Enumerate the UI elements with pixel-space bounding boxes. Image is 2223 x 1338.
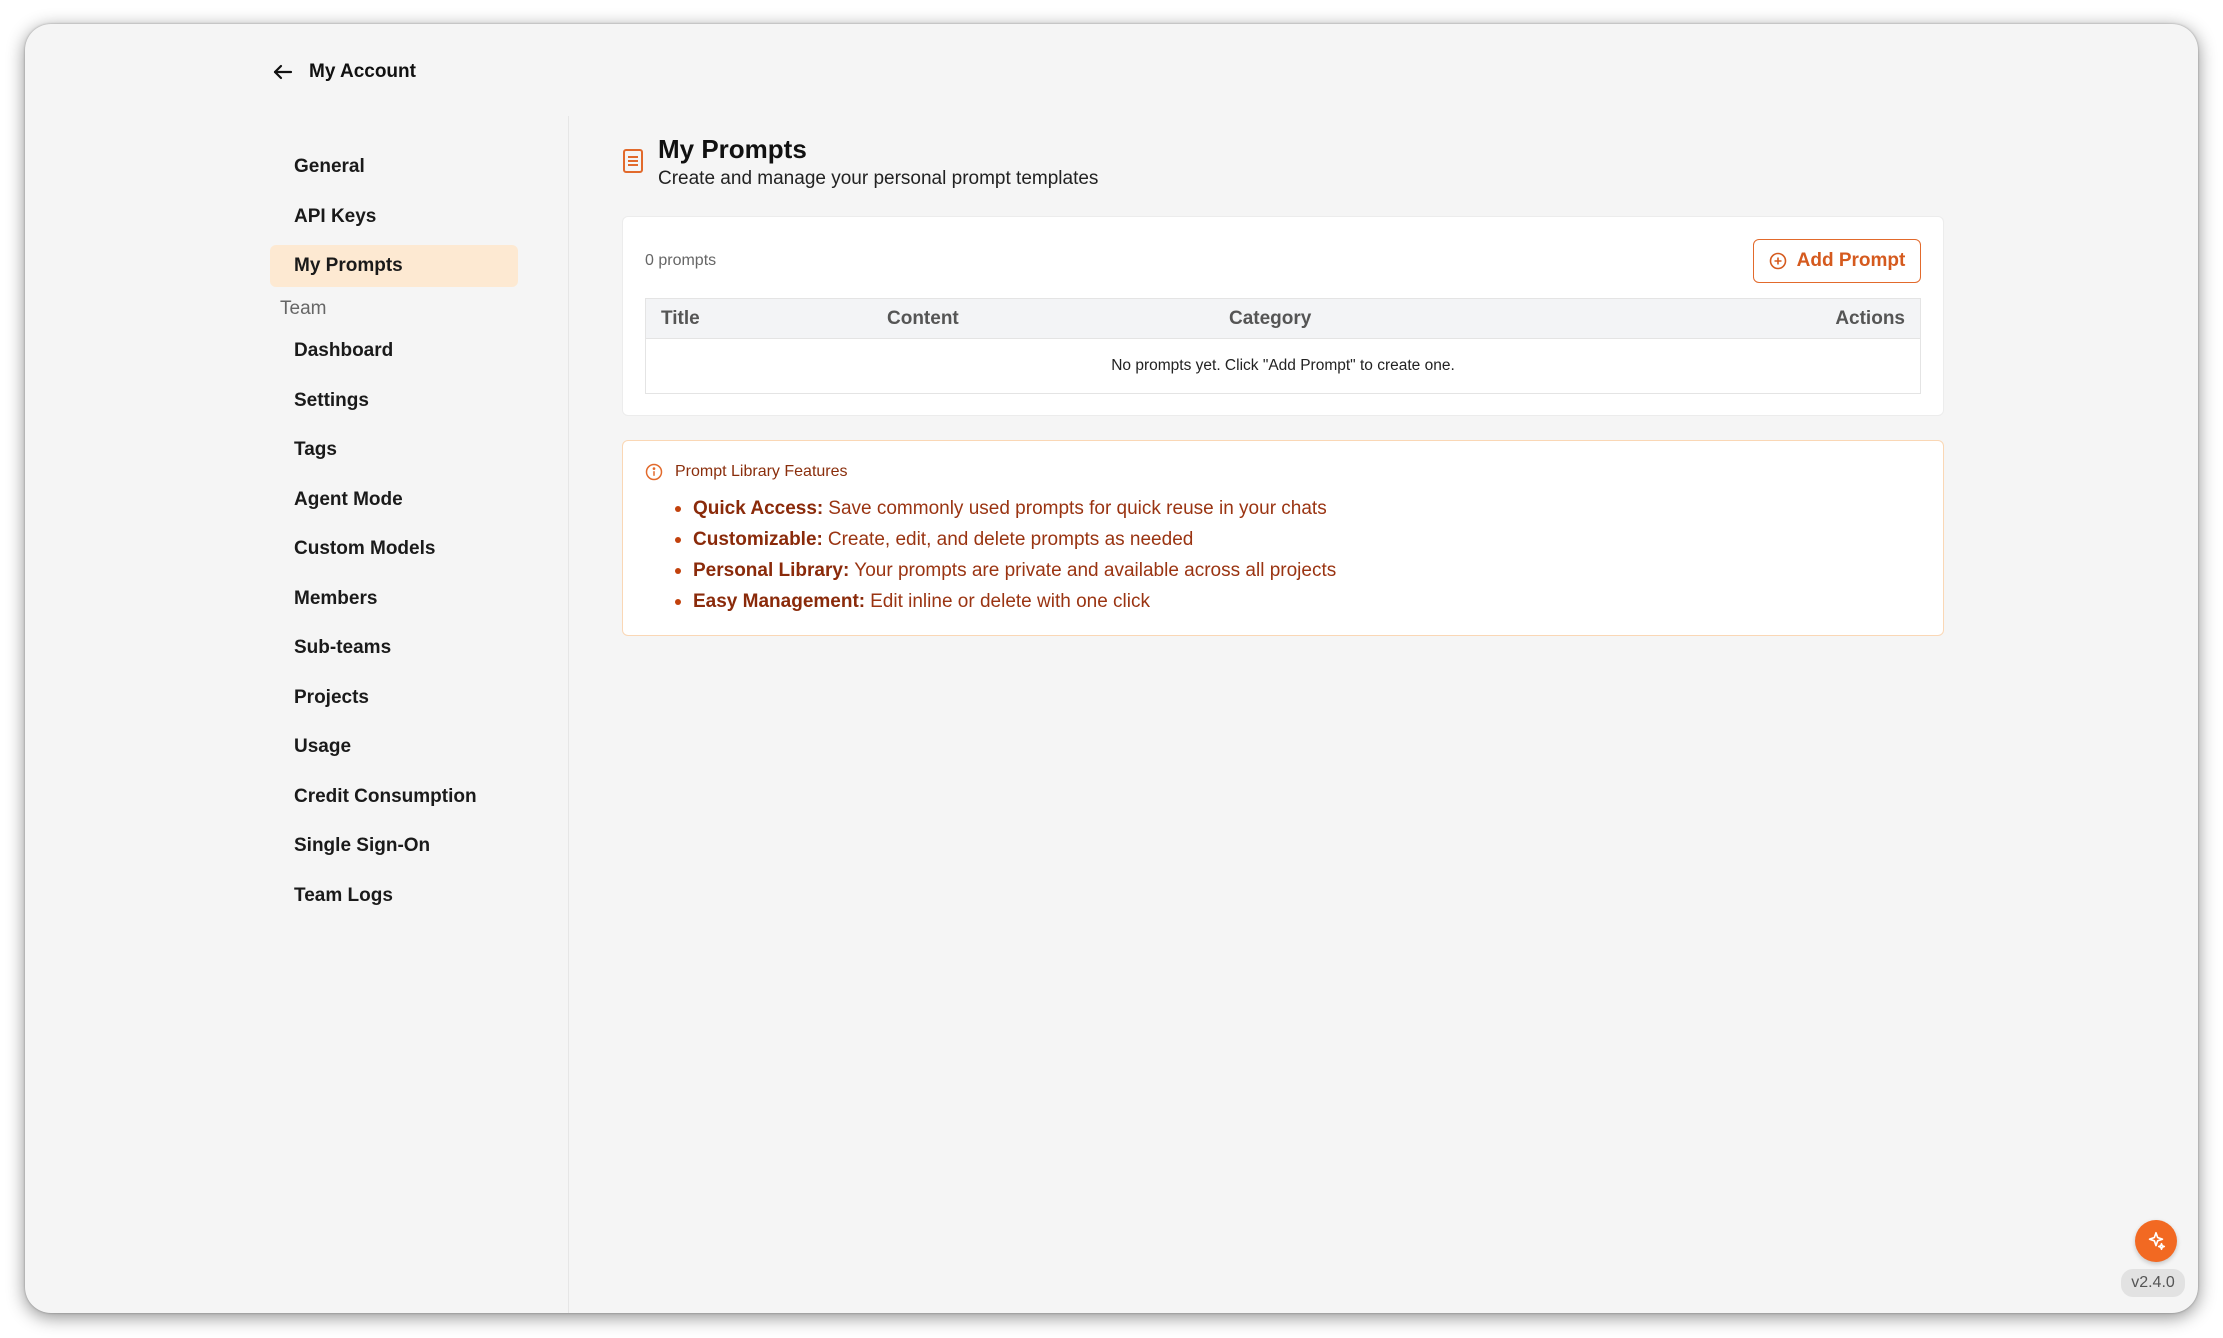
bullet bbox=[675, 505, 681, 512]
sparkles-icon bbox=[2148, 1231, 2166, 1251]
sidebar-item-team-logs[interactable]: Team Logs bbox=[270, 875, 518, 917]
feature-item: Personal Library: Your prompts are privat… bbox=[675, 555, 1336, 586]
feature-name: Personal Library: bbox=[693, 560, 850, 581]
feature-name: Quick Access: bbox=[693, 498, 824, 519]
back-link-label: My Account bbox=[309, 61, 416, 82]
sidebar-item-sub-teams[interactable]: Sub-teams bbox=[270, 627, 518, 669]
column-content: Content bbox=[887, 308, 959, 329]
feature-item: Quick Access: Save commonly used prompts … bbox=[675, 493, 1336, 524]
sidebar-item-single-sign-on[interactable]: Single Sign-On bbox=[270, 825, 518, 867]
column-title: Title bbox=[661, 308, 700, 329]
column-actions: Actions bbox=[1835, 308, 1905, 329]
empty-state-message: No prompts yet. Click "Add Prompt" to cr… bbox=[1111, 357, 1455, 374]
arrow-left-icon bbox=[273, 64, 293, 80]
app-window: My Account General API Keys My Prompts T… bbox=[25, 24, 2198, 1313]
sidebar-item-members[interactable]: Members bbox=[270, 578, 518, 620]
sidebar: General API Keys My Prompts Team Dashboa… bbox=[25, 116, 569, 1313]
ai-assistant-button[interactable] bbox=[2135, 1220, 2177, 1262]
plus-circle-icon bbox=[1769, 252, 1786, 270]
features-header: Prompt Library Features bbox=[645, 463, 848, 481]
features-heading: Prompt Library Features bbox=[675, 463, 848, 480]
sidebar-item-custom-models[interactable]: Custom Models bbox=[270, 528, 518, 570]
features-info-card: Prompt Library Features Quick Access: Sav… bbox=[622, 440, 1944, 636]
bullet bbox=[675, 536, 681, 543]
sidebar-item-usage[interactable]: Usage bbox=[270, 726, 518, 768]
feature-description: Your prompts are private and available a… bbox=[854, 560, 1337, 581]
feature-item: Easy Management: Edit inline or delete wi… bbox=[675, 586, 1336, 617]
page-title: My Prompts bbox=[658, 134, 807, 164]
info-circle-icon bbox=[645, 463, 663, 481]
sidebar-item-agent-mode[interactable]: Agent Mode bbox=[270, 479, 518, 521]
table-header: Title Content Category Actions bbox=[646, 299, 1920, 339]
sidebar-item-tags[interactable]: Tags bbox=[270, 429, 518, 471]
sidebar-item-api-keys[interactable]: API Keys bbox=[270, 196, 518, 238]
prompts-table: Title Content Category Actions No prompt… bbox=[645, 298, 1921, 394]
prompts-card: 0 prompts Add Prompt Title Content Categ… bbox=[622, 216, 1944, 416]
feature-name: Easy Management: bbox=[693, 591, 866, 612]
feature-description: Edit inline or delete with one click bbox=[870, 591, 1150, 612]
document-icon bbox=[623, 149, 643, 173]
prompt-count: 0 prompts bbox=[645, 252, 717, 269]
sidebar-item-my-prompts[interactable]: My Prompts bbox=[270, 245, 518, 287]
bullet bbox=[675, 567, 681, 574]
version-badge: v2.4.0 bbox=[2121, 1269, 2185, 1297]
sidebar-item-credit-consumption[interactable]: Credit Consumption bbox=[270, 776, 518, 818]
sidebar-item-settings[interactable]: Settings bbox=[270, 380, 518, 422]
page-subtitle: Create and manage your personal prompt t… bbox=[658, 168, 1099, 189]
page-header: My Prompts Create and manage your person… bbox=[622, 132, 1098, 190]
feature-description: Save commonly used prompts for quick reu… bbox=[828, 498, 1327, 519]
sidebar-item-general[interactable]: General bbox=[270, 146, 518, 188]
add-prompt-button[interactable]: Add Prompt bbox=[1753, 239, 1921, 283]
feature-description: Create, edit, and delete prompts as need… bbox=[827, 529, 1194, 550]
feature-name: Customizable: bbox=[693, 529, 823, 550]
sidebar-section-team: Team bbox=[280, 298, 327, 319]
bullet bbox=[675, 598, 681, 605]
sidebar-item-dashboard[interactable]: Dashboard bbox=[270, 330, 518, 372]
features-list: Quick Access: Save commonly used prompts … bbox=[675, 493, 1336, 617]
column-category: Category bbox=[1229, 308, 1312, 329]
add-prompt-label: Add Prompt bbox=[1796, 250, 1906, 271]
feature-item: Customizable: Create, edit, and delete pr… bbox=[675, 524, 1336, 555]
sidebar-item-projects[interactable]: Projects bbox=[270, 677, 518, 719]
back-to-account-link[interactable]: My Account bbox=[271, 60, 416, 84]
